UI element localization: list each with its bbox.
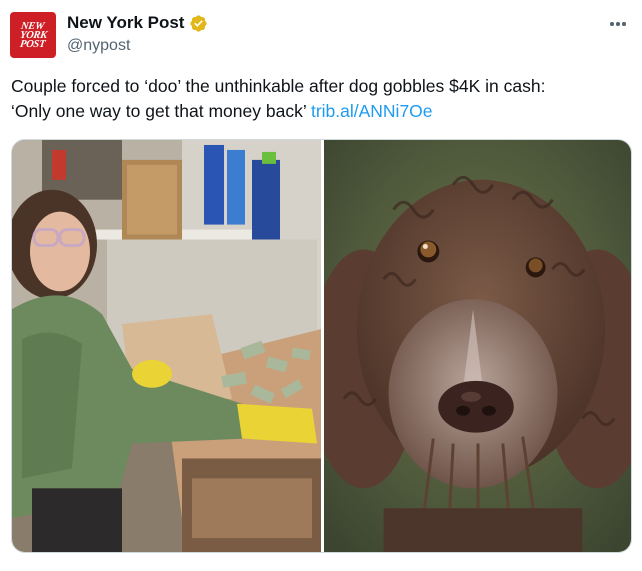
tweet-card: NEW YORK POST New York Post @nypost Coup… bbox=[0, 0, 642, 571]
author-name-row: New York Post bbox=[67, 13, 208, 33]
tweet-text: Couple forced to ‘doo’ the unthinkable a… bbox=[11, 74, 631, 124]
more-options-icon[interactable] bbox=[606, 14, 630, 34]
tweet-media bbox=[11, 139, 632, 553]
curly-brown-dog-photo[interactable] bbox=[324, 140, 631, 552]
nypost-avatar[interactable]: NEW YORK POST bbox=[10, 12, 56, 58]
woman-sorting-cash-photo[interactable] bbox=[12, 140, 321, 552]
verified-badge-icon[interactable] bbox=[189, 14, 208, 33]
curly-brown-dog-image bbox=[324, 140, 631, 552]
tweet-text-line-2-body: ‘Only one way to get that money back’ bbox=[11, 101, 307, 121]
more-dot bbox=[622, 22, 626, 26]
woman-sorting-cash-image bbox=[12, 140, 321, 552]
tweet-link[interactable]: trib.al/ANNi7Oe bbox=[311, 101, 433, 121]
logo-line-3: POST bbox=[19, 38, 47, 50]
more-dot bbox=[616, 22, 620, 26]
tweet-text-line-1: Couple forced to ‘doo’ the unthinkable a… bbox=[11, 76, 546, 96]
more-dot bbox=[610, 22, 614, 26]
tweet-text-line-2: ‘Only one way to get that money back’ tr… bbox=[11, 99, 631, 124]
author-handle[interactable]: @nypost bbox=[67, 37, 130, 55]
display-name[interactable]: New York Post bbox=[67, 13, 184, 33]
